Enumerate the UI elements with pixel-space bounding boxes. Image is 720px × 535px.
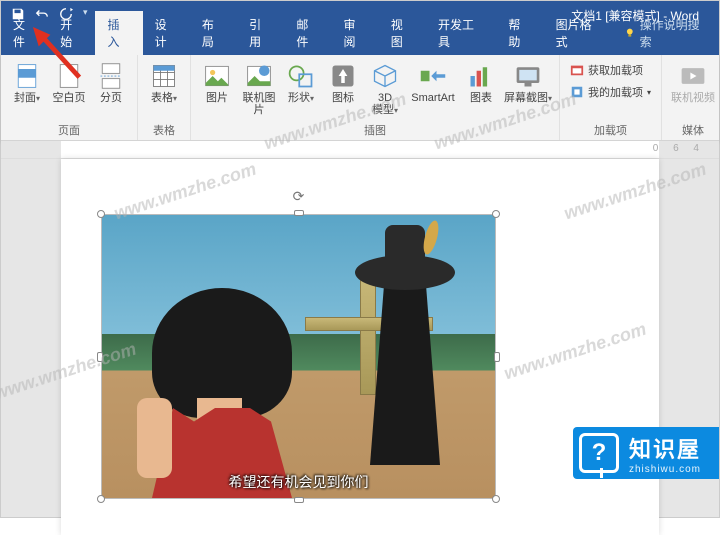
group-label-tables: 表格 bbox=[144, 120, 184, 138]
chart-icon bbox=[467, 62, 495, 90]
icons-icon bbox=[329, 62, 357, 90]
image-subtitle: 希望还有机会见到你们 bbox=[229, 472, 369, 492]
character-foreground bbox=[132, 288, 292, 498]
tab-references[interactable]: 引用 bbox=[237, 11, 284, 55]
ruler-indicator: 0 6 4 bbox=[653, 143, 705, 154]
pictures-button[interactable]: 图片 bbox=[197, 58, 237, 104]
group-label-addins: 加载项 bbox=[566, 120, 655, 138]
icons-button[interactable]: 图标 bbox=[323, 58, 363, 104]
page-break-icon bbox=[97, 62, 125, 90]
resize-handle-bm[interactable] bbox=[294, 497, 304, 503]
chart-button[interactable]: 图表 bbox=[461, 58, 501, 104]
ribbon-tabs: 文件 开始 插入 设计 布局 引用 邮件 审阅 视图 开发工具 帮助 图片格式 … bbox=[1, 29, 719, 55]
screenshot-button[interactable]: 屏幕截图 bbox=[503, 58, 553, 105]
rotate-handle[interactable]: ⟳ bbox=[293, 188, 305, 205]
resize-handle-mr[interactable] bbox=[494, 352, 500, 362]
group-label-media: 媒体 bbox=[668, 120, 718, 138]
logo-py: zhishiwu.com bbox=[629, 464, 701, 475]
video-icon bbox=[679, 62, 707, 90]
tab-design[interactable]: 设计 bbox=[143, 11, 190, 55]
group-label-pages: 页面 bbox=[7, 120, 131, 138]
resize-handle-tr[interactable] bbox=[492, 210, 500, 218]
tell-me-search[interactable]: 操作说明搜索 bbox=[614, 11, 719, 55]
tab-view[interactable]: 视图 bbox=[379, 11, 426, 55]
inserted-picture[interactable]: 希望还有机会见到你们 bbox=[101, 214, 496, 499]
tab-insert[interactable]: 插入 bbox=[95, 11, 142, 55]
tab-help[interactable]: 帮助 bbox=[496, 11, 543, 55]
smartart-icon bbox=[419, 62, 447, 90]
resize-handle-tm[interactable] bbox=[294, 210, 304, 216]
online-picture-icon bbox=[245, 62, 273, 90]
tab-layout[interactable]: 布局 bbox=[190, 11, 237, 55]
online-pictures-button[interactable]: 联机图片 bbox=[239, 58, 279, 116]
3d-models-button[interactable]: 3D 模型 bbox=[365, 58, 405, 117]
selected-image[interactable]: ⟳ 希望还有机会见到你们 bbox=[101, 214, 496, 499]
tell-me-label: 操作说明搜索 bbox=[640, 16, 709, 50]
zhishiwu-logo: 知识屋 zhishiwu.com bbox=[573, 427, 719, 479]
ribbon: 封面 空白页 分页 页面 表格 表格 图片 bbox=[1, 55, 719, 141]
question-icon bbox=[579, 433, 619, 473]
resize-handle-br[interactable] bbox=[492, 495, 500, 503]
picture-icon bbox=[203, 62, 231, 90]
character-background bbox=[345, 255, 465, 485]
tab-developer[interactable]: 开发工具 bbox=[426, 11, 496, 55]
shapes-button[interactable]: 形状 bbox=[281, 58, 321, 105]
group-illustrations: 图片 联机图片 形状 图标 3D 模型 SmartArt bbox=[191, 55, 560, 140]
smartart-button[interactable]: SmartArt bbox=[407, 58, 459, 104]
resize-handle-tl[interactable] bbox=[97, 210, 105, 218]
table-icon bbox=[150, 62, 178, 90]
group-addins: 获取加载项 我的加载项 ▾ 加载项 bbox=[560, 55, 662, 140]
table-button[interactable]: 表格 bbox=[144, 58, 184, 105]
store-icon bbox=[570, 63, 584, 77]
addin-icon bbox=[570, 85, 584, 99]
page-break-button[interactable]: 分页 bbox=[91, 58, 131, 104]
group-media: 联机视频 媒体 bbox=[662, 55, 720, 140]
shapes-icon bbox=[287, 62, 315, 90]
annotation-arrow bbox=[31, 27, 89, 90]
ruler[interactable]: 0 6 4 bbox=[1, 141, 719, 159]
get-addins-button[interactable]: 获取加载项 bbox=[566, 60, 655, 80]
my-addins-button[interactable]: 我的加载项 ▾ bbox=[566, 82, 655, 102]
lightbulb-icon bbox=[624, 27, 636, 39]
tab-picture-format[interactable]: 图片格式 bbox=[544, 11, 614, 55]
resize-handle-bl[interactable] bbox=[97, 495, 105, 503]
tab-review[interactable]: 审阅 bbox=[332, 11, 379, 55]
resize-handle-ml[interactable] bbox=[97, 352, 103, 362]
screenshot-icon bbox=[514, 62, 542, 90]
online-video-button[interactable]: 联机视频 bbox=[668, 58, 718, 104]
logo-cn: 知识屋 bbox=[629, 432, 701, 464]
group-tables: 表格 表格 bbox=[138, 55, 191, 140]
group-label-illustrations: 插图 bbox=[197, 120, 553, 138]
cube-icon bbox=[371, 62, 399, 90]
document-page[interactable]: ⟳ 希望还有机会见到你们 bbox=[61, 159, 659, 535]
tab-mailings[interactable]: 邮件 bbox=[284, 11, 331, 55]
